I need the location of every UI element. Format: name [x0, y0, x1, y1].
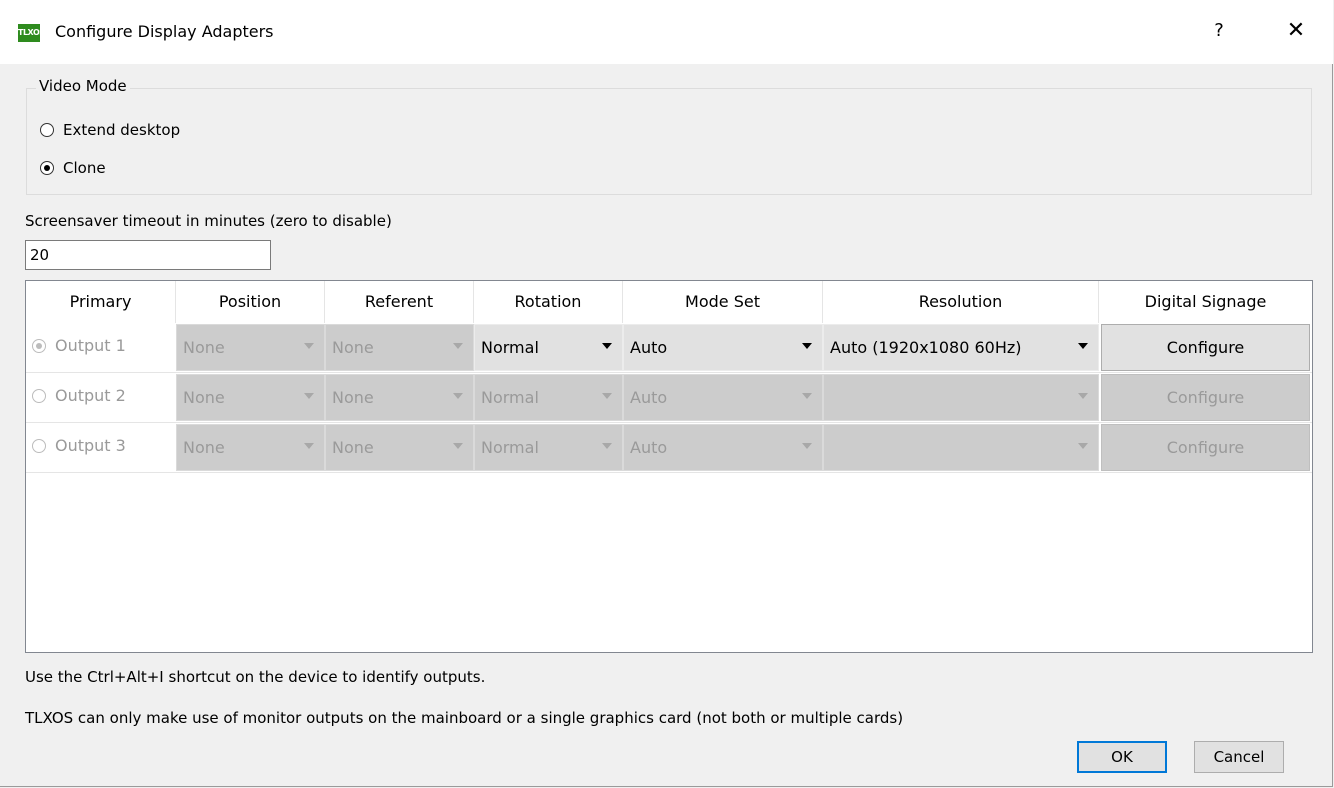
position-select-1[interactable]: None — [176, 324, 325, 371]
output-1-label: Output 1 — [55, 336, 126, 355]
dialog-title: Configure Display Adapters — [55, 22, 274, 41]
chevron-down-icon — [453, 343, 463, 349]
identify-note: Use the Ctrl+Alt+I shortcut on the devic… — [25, 668, 486, 686]
primary-output-3[interactable]: Output 3 — [32, 436, 126, 455]
resolution-select-3[interactable] — [823, 424, 1099, 471]
chevron-down-icon — [453, 443, 463, 449]
position-select-3[interactable]: None — [176, 424, 325, 471]
close-button[interactable]: ✕ — [1276, 16, 1316, 48]
video-mode-label: Video Mode — [36, 77, 130, 95]
chevron-down-icon — [802, 343, 812, 349]
referent-select-2[interactable]: None — [325, 374, 474, 421]
chevron-down-icon — [1078, 393, 1088, 399]
title-bar: TLXOS Configure Display Adapters ? ✕ — [0, 0, 1333, 64]
dialog-window: TLXOS Configure Display Adapters ? ✕ Vid… — [0, 0, 1333, 787]
screensaver-label: Screensaver timeout in minutes (zero to … — [25, 212, 392, 230]
chevron-down-icon — [602, 393, 612, 399]
output-2-label: Output 2 — [55, 386, 126, 405]
primary-radio-2[interactable] — [32, 388, 46, 403]
mode-set-value-2: Auto — [630, 388, 668, 407]
rotation-select-1[interactable]: Normal — [474, 324, 623, 371]
position-value-3: None — [183, 438, 225, 457]
row-divider — [26, 422, 1312, 423]
configure-button-2[interactable]: Configure — [1101, 374, 1310, 421]
rotation-value-2: Normal — [481, 388, 539, 407]
mode-set-select-1[interactable]: Auto — [623, 324, 823, 371]
rotation-select-2[interactable]: Normal — [474, 374, 623, 421]
position-value-1: None — [183, 338, 225, 357]
header-rotation: Rotation — [474, 281, 623, 323]
chevron-down-icon — [1078, 443, 1088, 449]
clone-option[interactable]: Clone — [40, 159, 106, 177]
row-divider — [26, 472, 1312, 473]
outputs-table: Primary Position Referent Rotation Mode … — [25, 280, 1313, 653]
extend-desktop-radio[interactable] — [40, 123, 54, 137]
header-resolution: Resolution — [823, 281, 1099, 323]
screensaver-timeout-input[interactable]: 20 — [25, 240, 271, 270]
chevron-down-icon — [304, 443, 314, 449]
chevron-down-icon — [1078, 343, 1088, 349]
header-mode-set: Mode Set — [623, 281, 823, 323]
resolution-select-2[interactable] — [823, 374, 1099, 421]
header-digital-signage: Digital Signage — [1144, 292, 1267, 311]
configure-button-3[interactable]: Configure — [1101, 424, 1310, 471]
ok-button[interactable]: OK — [1077, 741, 1167, 773]
limitation-note: TLXOS can only make use of monitor outpu… — [25, 709, 904, 727]
mode-set-value-1: Auto — [630, 338, 668, 357]
header-primary: Primary — [26, 281, 176, 323]
chevron-down-icon — [602, 343, 612, 349]
header-referent: Referent — [325, 281, 474, 323]
resolution-value-1: Auto (1920x1080 60Hz) — [830, 338, 1022, 357]
primary-output-1[interactable]: Output 1 — [32, 336, 126, 355]
cancel-button[interactable]: Cancel — [1194, 741, 1284, 773]
rotation-value-3: Normal — [481, 438, 539, 457]
chevron-down-icon — [802, 393, 812, 399]
configure-button-1[interactable]: Configure — [1101, 324, 1310, 371]
extend-desktop-label: Extend desktop — [63, 121, 181, 139]
position-select-2[interactable]: None — [176, 374, 325, 421]
referent-value-3: None — [332, 438, 374, 457]
rotation-value-1: Normal — [481, 338, 539, 357]
chevron-down-icon — [304, 393, 314, 399]
mode-set-value-3: Auto — [630, 438, 668, 457]
chevron-down-icon — [602, 443, 612, 449]
resolution-select-1[interactable]: Auto (1920x1080 60Hz) — [823, 324, 1099, 371]
referent-select-1[interactable]: None — [325, 324, 474, 371]
chevron-down-icon — [453, 393, 463, 399]
help-button[interactable]: ? — [1209, 20, 1229, 41]
referent-value-1: None — [332, 338, 374, 357]
primary-radio-3[interactable] — [32, 438, 46, 453]
app-icon: TLXOS — [18, 24, 45, 42]
mode-set-select-2[interactable]: Auto — [623, 374, 823, 421]
primary-output-2[interactable]: Output 2 — [32, 386, 126, 405]
chevron-down-icon — [802, 443, 812, 449]
primary-radio-1[interactable] — [32, 338, 46, 353]
position-value-2: None — [183, 388, 225, 407]
extend-desktop-option[interactable]: Extend desktop — [40, 121, 180, 139]
referent-select-3[interactable]: None — [325, 424, 474, 471]
row-divider — [26, 372, 1312, 373]
referent-value-2: None — [332, 388, 374, 407]
video-mode-group — [26, 88, 1312, 195]
header-position: Position — [176, 281, 325, 323]
chevron-down-icon — [304, 343, 314, 349]
output-3-label: Output 3 — [55, 436, 126, 455]
clone-label: Clone — [63, 159, 106, 177]
clone-radio[interactable] — [40, 161, 54, 175]
mode-set-select-3[interactable]: Auto — [623, 424, 823, 471]
rotation-select-3[interactable]: Normal — [474, 424, 623, 471]
